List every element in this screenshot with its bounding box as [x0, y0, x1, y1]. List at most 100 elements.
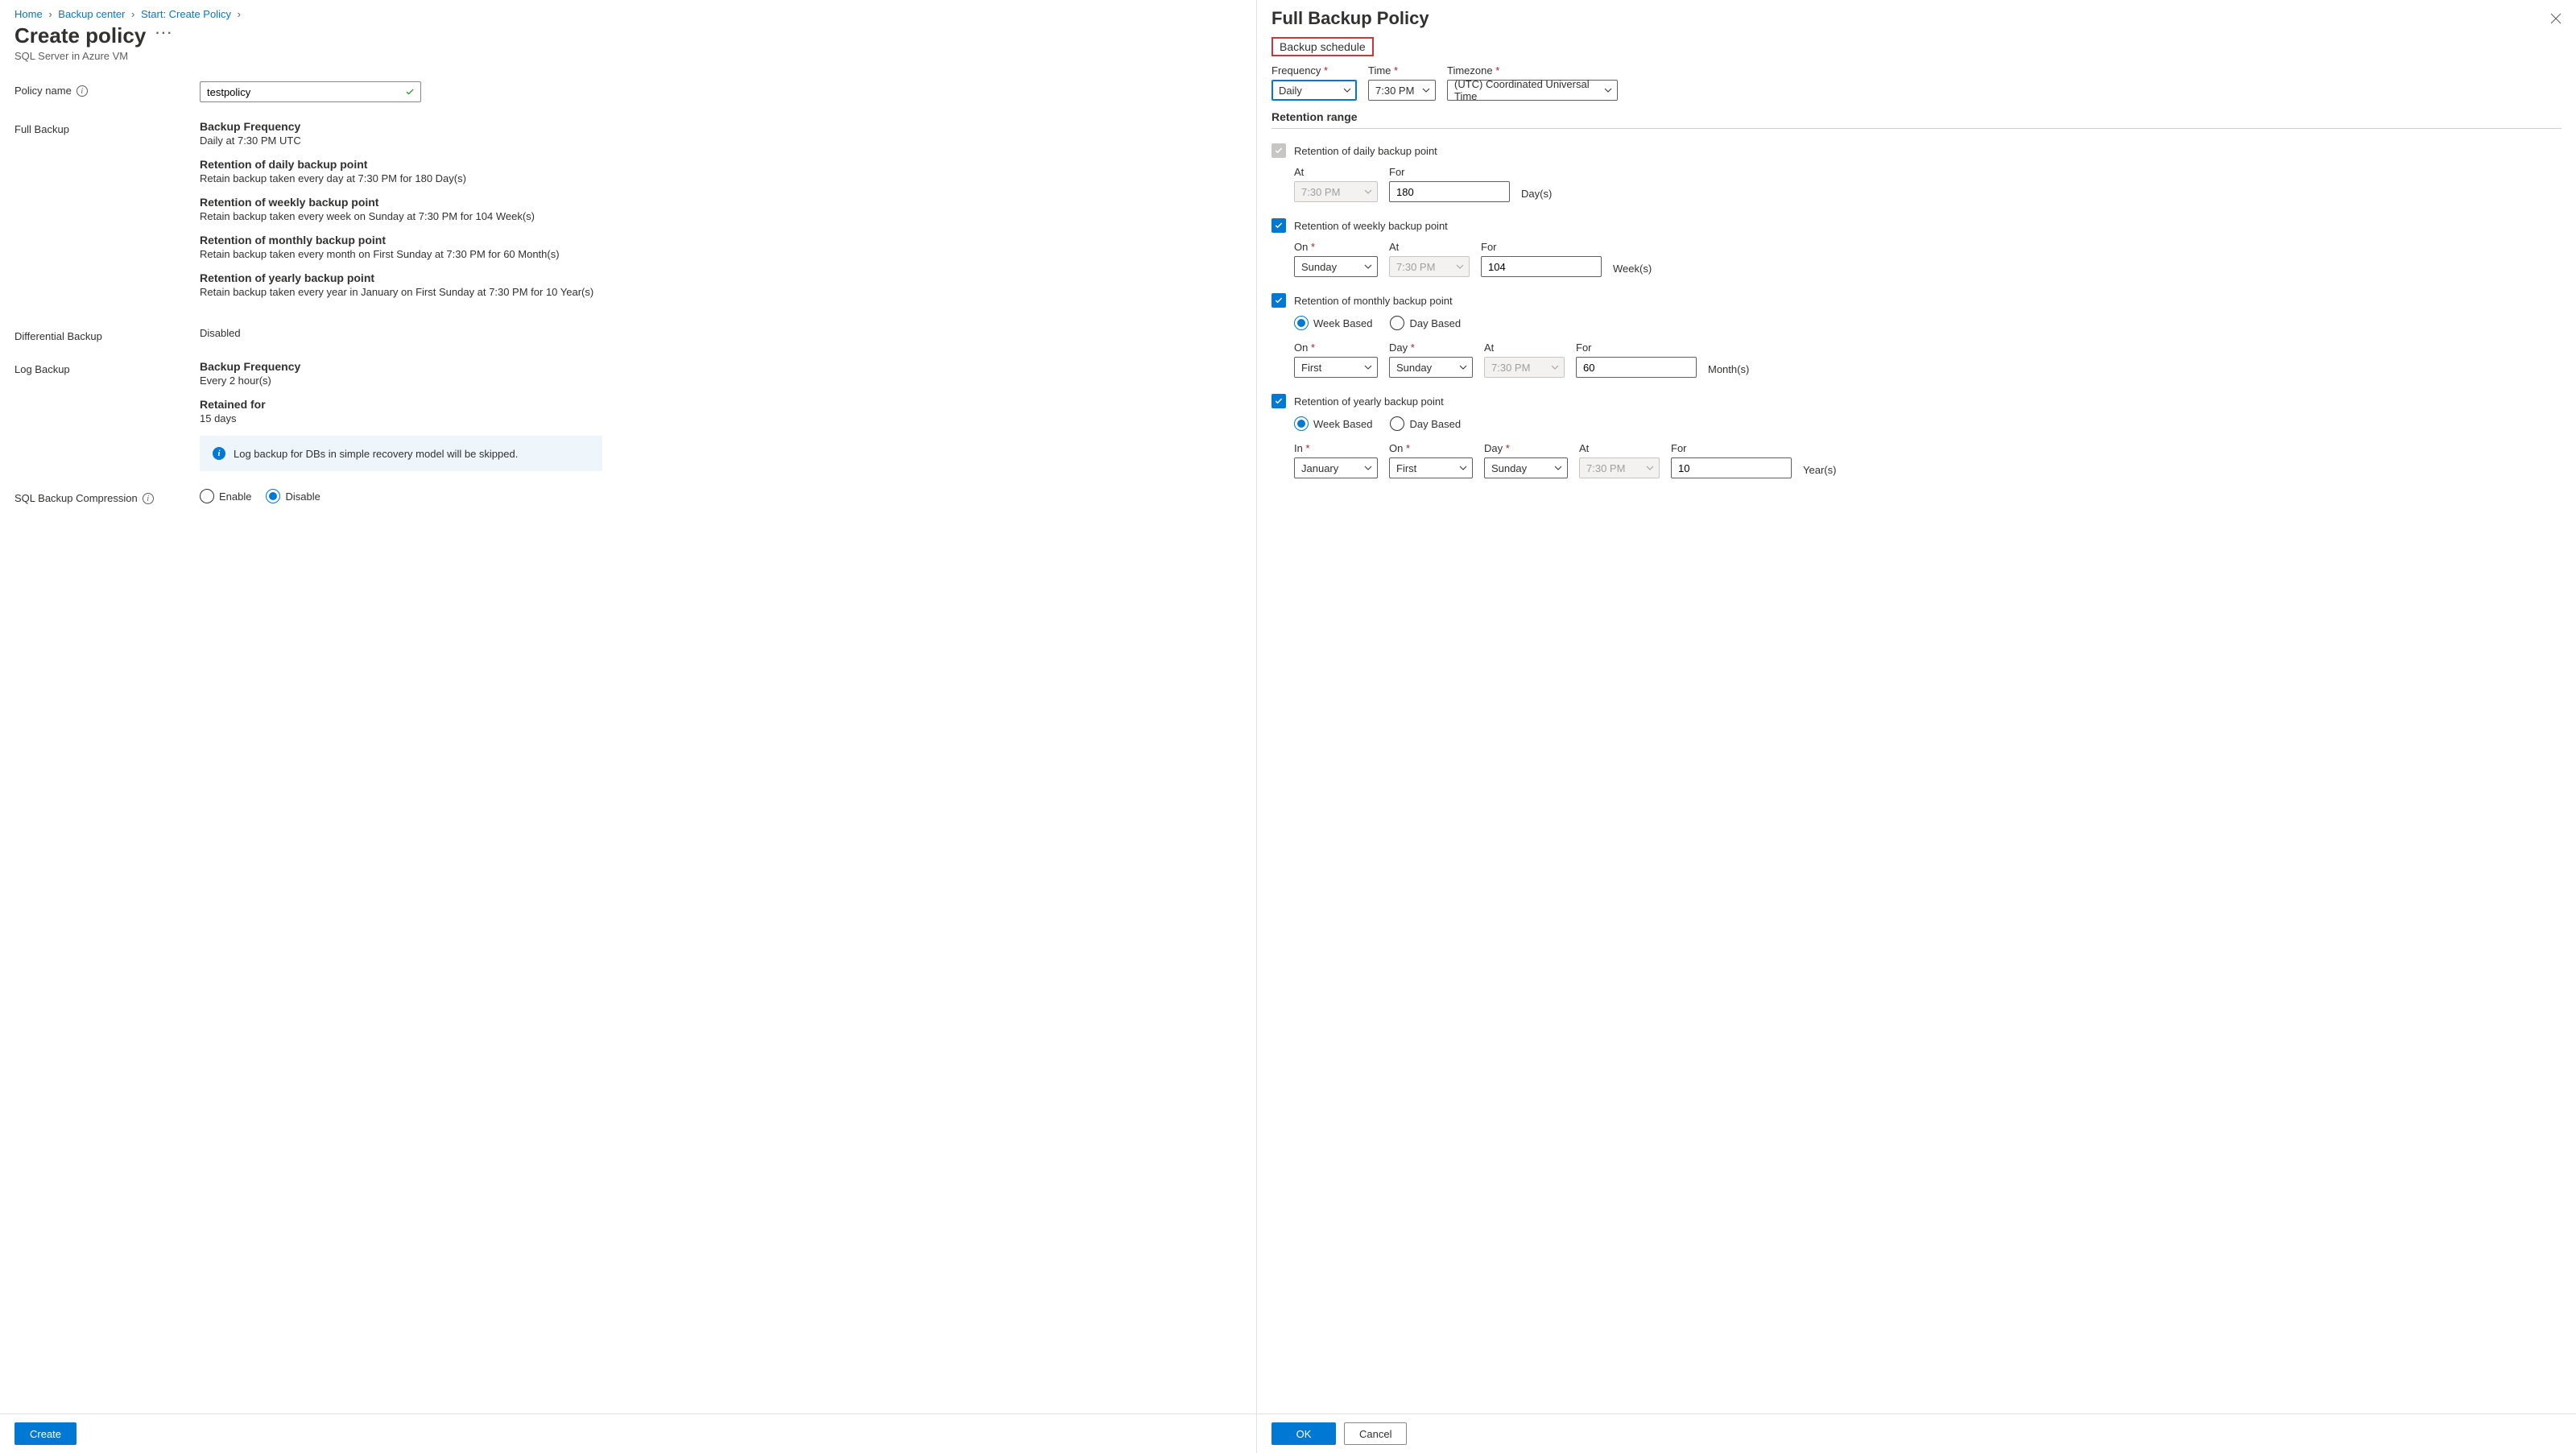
ok-button[interactable]: OK [1271, 1422, 1336, 1445]
disable-label: Disable [285, 491, 320, 503]
backup-frequency-value: Daily at 7:30 PM UTC [200, 135, 602, 147]
blade-title: Full Backup Policy [1271, 8, 1429, 29]
weekly-retention-value: Retain backup taken every week on Sunday… [200, 210, 602, 222]
monthly-day-select[interactable]: Sunday [1389, 357, 1473, 378]
policy-name-label: Policy name [14, 85, 72, 97]
log-retained-value: 15 days [200, 412, 602, 424]
full-backup-label: Full Backup [14, 123, 69, 135]
chevron-down-icon [1364, 365, 1372, 370]
more-actions-icon[interactable]: ··· [155, 27, 173, 46]
differential-backup-label: Differential Backup [14, 330, 102, 342]
day-based-label: Day Based [1409, 418, 1461, 430]
yearly-on-label: On * [1389, 442, 1473, 454]
chevron-down-icon [1364, 264, 1372, 269]
weekly-retention-label: Retention of weekly backup point [1294, 220, 1448, 232]
differential-backup-value: Disabled [200, 327, 241, 339]
daily-retention-checkbox [1271, 143, 1286, 158]
policy-name-input[interactable] [200, 81, 421, 102]
weekly-at-select: 7:30 PM [1389, 256, 1470, 277]
daily-retention-label: Retention of daily backup point [1294, 145, 1437, 157]
monthly-for-label: For [1576, 342, 1697, 354]
weekly-for-label: For [1481, 241, 1602, 253]
backup-schedule-heading: Backup schedule [1271, 37, 1374, 56]
chevron-down-icon [1551, 365, 1559, 370]
yearly-on-select[interactable]: First [1389, 457, 1473, 478]
yearly-at-select: 7:30 PM [1579, 457, 1660, 478]
yearly-day-select[interactable]: Sunday [1484, 457, 1568, 478]
log-retained-heading: Retained for [200, 398, 602, 411]
info-icon[interactable]: i [143, 493, 154, 504]
daily-unit: Day(s) [1521, 188, 1552, 202]
yearly-for-input[interactable] [1671, 457, 1792, 478]
yearly-day-based-radio[interactable]: Day Based [1390, 416, 1461, 431]
chevron-right-icon: › [238, 8, 241, 20]
weekly-for-input[interactable] [1481, 256, 1602, 277]
breadcrumb-backup-center[interactable]: Backup center [58, 8, 125, 20]
yearly-in-label: In * [1294, 442, 1378, 454]
chevron-down-icon [1604, 88, 1612, 93]
chevron-right-icon: › [131, 8, 134, 20]
monthly-day-based-radio[interactable]: Day Based [1390, 316, 1461, 330]
daily-for-input[interactable] [1389, 181, 1510, 202]
cancel-button[interactable]: Cancel [1344, 1422, 1407, 1445]
log-frequency-value: Every 2 hour(s) [200, 375, 602, 387]
weekly-retention-checkbox[interactable] [1271, 218, 1286, 233]
monthly-on-select[interactable]: First [1294, 357, 1378, 378]
monthly-retention-heading: Retention of monthly backup point [200, 234, 602, 246]
page-title: Create policy [14, 23, 146, 48]
enable-label: Enable [219, 491, 251, 503]
monthly-for-input[interactable] [1576, 357, 1697, 378]
yearly-day-label: Day * [1484, 442, 1568, 454]
yearly-for-label: For [1671, 442, 1792, 454]
yearly-retention-value: Retain backup taken every year in Januar… [200, 286, 602, 298]
weekly-on-label: On * [1294, 241, 1378, 253]
check-icon [405, 87, 415, 97]
close-icon[interactable] [2550, 13, 2562, 24]
chevron-down-icon [1343, 88, 1351, 93]
week-based-label: Week Based [1313, 418, 1372, 430]
breadcrumb: Home › Backup center › Start: Create Pol… [0, 0, 1256, 23]
yearly-retention-heading: Retention of yearly backup point [200, 271, 602, 284]
timezone-select[interactable]: (UTC) Coordinated Universal Time [1447, 80, 1618, 101]
log-info-text: Log backup for DBs in simple recovery mo… [234, 448, 518, 460]
monthly-on-label: On * [1294, 342, 1378, 354]
create-button[interactable]: Create [14, 1422, 76, 1445]
yearly-in-select[interactable]: January [1294, 457, 1378, 478]
weekly-on-select[interactable]: Sunday [1294, 256, 1378, 277]
chevron-down-icon [1364, 466, 1372, 470]
chevron-down-icon [1554, 466, 1562, 470]
backup-frequency-heading: Backup Frequency [200, 120, 602, 133]
info-icon[interactable]: i [76, 85, 88, 97]
compression-enable-radio[interactable]: Enable [200, 489, 251, 503]
yearly-retention-checkbox[interactable] [1271, 394, 1286, 408]
monthly-retention-checkbox[interactable] [1271, 293, 1286, 308]
monthly-day-label: Day * [1389, 342, 1473, 354]
monthly-retention-label: Retention of monthly backup point [1294, 295, 1453, 307]
breadcrumb-home[interactable]: Home [14, 8, 43, 20]
compression-disable-radio[interactable]: Disable [266, 489, 320, 503]
frequency-label: Frequency * [1271, 64, 1357, 77]
yearly-retention-label: Retention of yearly backup point [1294, 395, 1444, 408]
frequency-select[interactable]: Daily [1271, 80, 1357, 101]
time-select[interactable]: 7:30 PM [1368, 80, 1436, 101]
weekly-at-label: At [1389, 241, 1470, 253]
info-icon: i [213, 447, 225, 460]
yearly-week-based-radio[interactable]: Week Based [1294, 416, 1372, 431]
chevron-down-icon [1364, 189, 1372, 194]
daily-retention-heading: Retention of daily backup point [200, 158, 602, 171]
breadcrumb-create-policy[interactable]: Start: Create Policy [141, 8, 231, 20]
retention-range-heading: Retention range [1257, 110, 2576, 128]
monthly-at-select: 7:30 PM [1484, 357, 1565, 378]
daily-at-label: At [1294, 166, 1378, 178]
chevron-right-icon: › [48, 8, 52, 20]
time-label: Time * [1368, 64, 1436, 77]
monthly-week-based-radio[interactable]: Week Based [1294, 316, 1372, 330]
chevron-down-icon [1422, 88, 1430, 93]
week-based-label: Week Based [1313, 317, 1372, 329]
page-subtitle: SQL Server in Azure VM [0, 50, 1256, 77]
day-based-label: Day Based [1409, 317, 1461, 329]
weekly-unit: Week(s) [1613, 263, 1652, 277]
compression-label: SQL Backup Compression [14, 492, 138, 504]
chevron-down-icon [1646, 466, 1654, 470]
weekly-retention-heading: Retention of weekly backup point [200, 196, 602, 209]
